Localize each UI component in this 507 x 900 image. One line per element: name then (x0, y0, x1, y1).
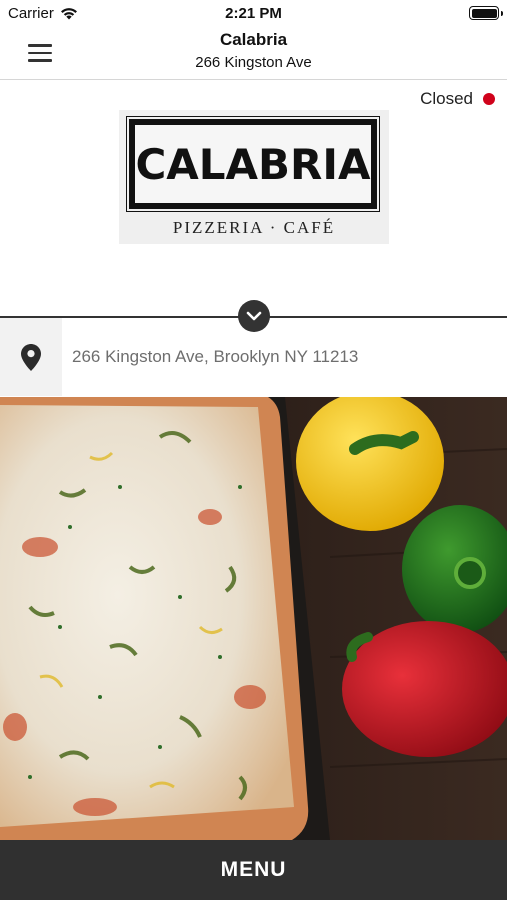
logo-frame: CALABRIA (126, 116, 380, 212)
menu-button[interactable]: MENU (0, 840, 507, 900)
restaurant-logo: CALABRIA PIZZERIA · CAFÉ (119, 110, 389, 244)
logo-tagline: PIZZERIA · CAFÉ (172, 218, 336, 237)
closed-status-dot (483, 93, 495, 105)
battery-icon (469, 6, 503, 20)
logo-wordmark: CALABRIA (135, 139, 371, 189)
address-row[interactable]: 266 Kingston Ave, Brooklyn NY 11213 (0, 318, 507, 396)
location-icon-box (0, 318, 62, 396)
store-status: Closed (420, 89, 495, 109)
restaurant-title: Calabria (219, 30, 288, 49)
map-pin-icon (21, 343, 41, 371)
pizza-and-peppers-illustration (0, 397, 507, 840)
address-text: 266 Kingston Ave, Brooklyn NY 11213 (72, 347, 359, 366)
status-bar: Carrier 2:21 PM (0, 0, 507, 28)
store-status-label: Closed (420, 89, 473, 108)
navigation-bar: Calabria 266 Kingston Ave (0, 28, 507, 80)
hero-food-image (0, 397, 507, 840)
clock: 2:21 PM (225, 5, 282, 22)
restaurant-subtitle: 266 Kingston Ave (195, 54, 312, 71)
